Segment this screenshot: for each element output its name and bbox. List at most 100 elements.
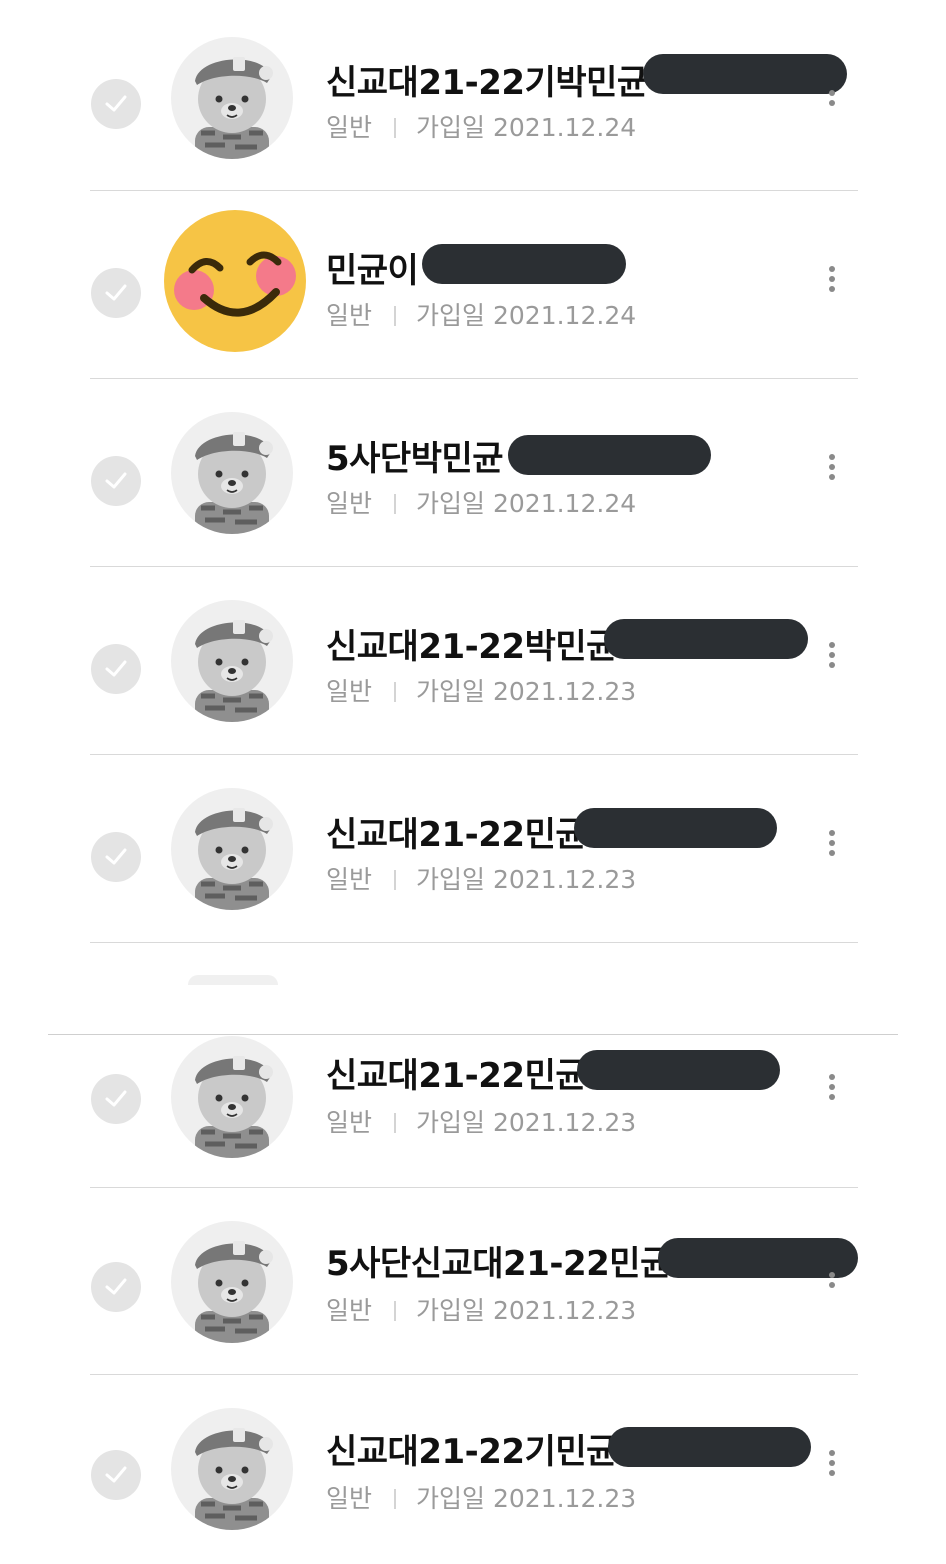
avatar-soldier-bear[interactable] [171,788,293,910]
redaction-bar [604,619,808,659]
joined-label: 가입일 [416,301,486,330]
select-checkbox[interactable] [91,644,141,694]
soldier-bear-icon [195,432,273,534]
avatar-soldier-bear[interactable] [171,1036,293,1158]
joined-date: 2021.12.23 [492,677,637,706]
joined-date: 2021.12.24 [492,301,637,330]
joined-date: 2021.12.23 [492,865,637,894]
meta-separator [394,1301,397,1321]
member-meta: 일반 가입일 2021.12.23 [326,1103,636,1139]
joined-date: 2021.12.23 [492,1296,637,1325]
member-meta: 일반 가입일 2021.12.23 [326,1291,636,1327]
avatar-soldier-bear[interactable] [171,37,293,159]
select-checkbox[interactable] [91,268,141,318]
member-name: 신교대21-22박민균 [326,627,617,667]
row-divider [90,942,858,943]
member-meta: 일반 가입일 2021.12.24 [326,296,636,332]
soldier-bear-icon [195,808,273,910]
select-checkbox[interactable] [91,79,141,129]
member-type: 일반 [326,1108,373,1137]
soldier-bear-icon [195,1241,273,1343]
meta-separator [394,494,397,514]
member-row[interactable]: 민균이 일반 가입일 2021.12.24 [0,188,946,379]
member-name: 신교대21-22기민균 [326,1432,617,1472]
avatar-soldier-bear[interactable] [171,600,293,722]
avatar-smiling-emoji[interactable] [164,210,306,352]
member-type: 일반 [326,489,373,518]
more-vertical-icon [829,454,835,460]
select-checkbox[interactable] [91,456,141,506]
member-row[interactable]: 신교대21-22기박민균 일반 가입일 2021.12.24 [0,0,946,191]
select-checkbox[interactable] [91,832,141,882]
more-options-button[interactable] [826,1070,838,1106]
more-vertical-icon [829,1074,835,1080]
more-options-button[interactable] [826,638,838,674]
member-row[interactable]: 신교대21-22박민균 일반 가입일 2021.12.23 [0,564,946,755]
member-meta: 일반 가입일 2021.12.24 [326,484,636,520]
avatar-soldier-bear[interactable] [171,412,293,534]
member-type: 일반 [326,1484,373,1513]
check-icon [105,1278,127,1295]
meta-separator [394,682,397,702]
soldier-bear-icon [195,1428,273,1530]
check-icon [105,472,127,489]
smiling-face-icon [174,251,296,317]
member-row[interactable]: 5사단박민균 일반 가입일 2021.12.24 [0,376,946,567]
more-options-button[interactable] [826,450,838,486]
avatar-partial [188,975,278,985]
member-name: 5사단신교대21-22민균 [326,1244,671,1284]
joined-label: 가입일 [416,489,486,518]
more-vertical-icon [829,266,835,272]
member-row[interactable]: 5사단신교대21-22민균 일반 가입일 2021.12.23 [0,1188,946,1376]
more-options-button[interactable] [826,1446,838,1482]
joined-date: 2021.12.23 [492,1108,637,1137]
more-options-button[interactable] [826,80,838,116]
meta-separator [394,1489,397,1509]
member-name: 5사단박민균 [326,439,504,479]
joined-label: 가입일 [416,865,486,894]
more-vertical-icon [829,1450,835,1456]
soldier-bear-icon [195,620,273,722]
redaction-bar [574,808,777,848]
row-divider [90,1374,858,1375]
check-icon [105,1466,127,1483]
member-name: 신교대21-22기박민균 [326,63,648,103]
member-meta: 일반 가입일 2021.12.23 [326,1479,636,1515]
avatar-soldier-bear[interactable] [171,1408,293,1530]
joined-date: 2021.12.24 [492,113,637,142]
more-options-button[interactable] [826,1268,838,1304]
select-checkbox[interactable] [91,1074,141,1124]
member-type: 일반 [326,113,373,142]
select-checkbox[interactable] [91,1450,141,1500]
member-type: 일반 [326,1296,373,1325]
joined-label: 가입일 [416,1296,486,1325]
joined-label: 가입일 [416,677,486,706]
check-icon [105,284,127,301]
joined-label: 가입일 [416,113,486,142]
avatar-soldier-bear[interactable] [171,1221,293,1343]
member-meta: 일반 가입일 2021.12.23 [326,860,636,896]
member-row[interactable]: 신교대21-22민균 일반 가입일 2021.12.23 [0,752,946,943]
select-checkbox[interactable] [91,1262,141,1312]
soldier-bear-icon [195,57,273,159]
more-vertical-icon [829,90,835,96]
meta-separator [394,306,397,326]
member-type: 일반 [326,301,373,330]
more-options-button[interactable] [826,826,838,862]
member-name: 민균이 [326,251,419,291]
member-type: 일반 [326,677,373,706]
redaction-bar [608,1427,811,1467]
more-options-button[interactable] [826,262,838,298]
check-icon [105,848,127,865]
more-vertical-icon [829,1272,835,1278]
meta-separator [394,1113,397,1133]
redaction-bar [643,54,847,94]
joined-date: 2021.12.24 [492,489,637,518]
joined-date: 2021.12.23 [492,1484,637,1513]
member-row[interactable]: 신교대21-22민균 일반 가입일 2021.12.23 [0,1000,946,1188]
member-name: 신교대21-22민균 [326,1056,587,1096]
redaction-bar [508,435,711,475]
member-type: 일반 [326,865,373,894]
meta-separator [394,118,397,138]
check-icon [105,660,127,677]
